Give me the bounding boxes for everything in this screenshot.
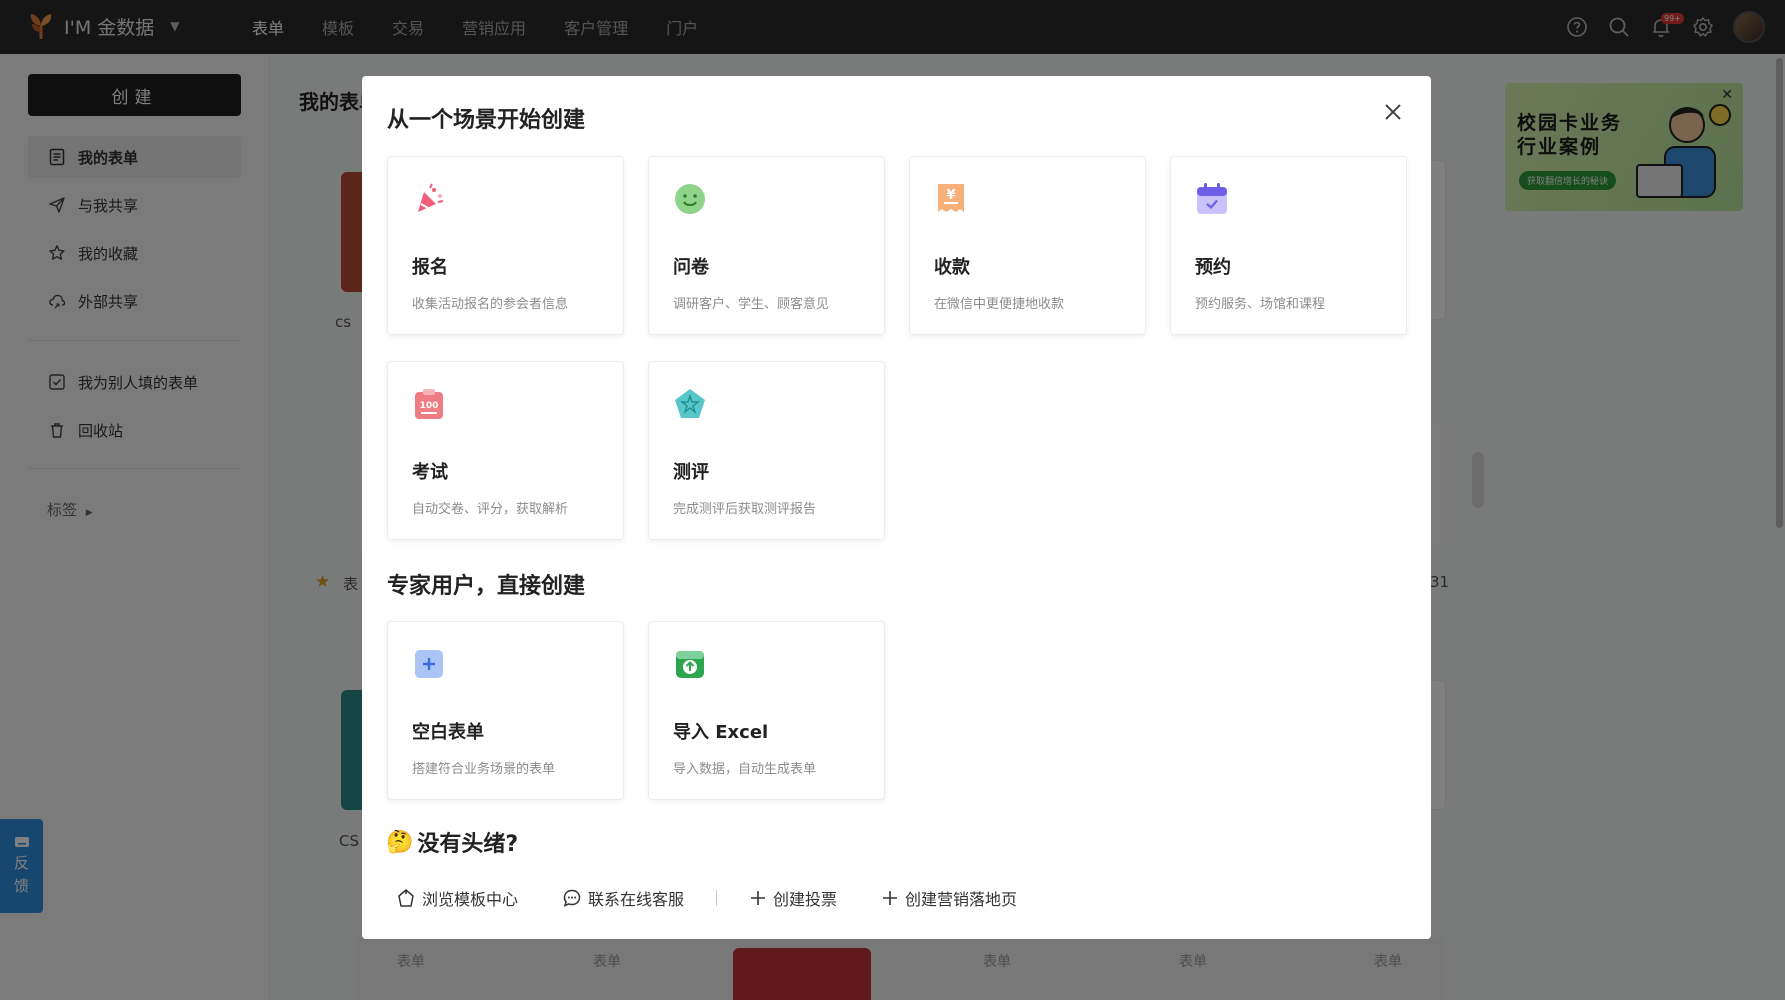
pentagon-star-icon [675, 389, 705, 418]
card-title: 导入 Excel [673, 722, 769, 743]
no-idea-section-title: 🤔 没有头绪? [386, 826, 518, 858]
scene-description: 完成测评后获取测评报告 [673, 502, 817, 517]
scene-card-assessment[interactable]: 测评 完成测评后获取测评报告 [648, 361, 885, 540]
plus-icon [751, 891, 766, 905]
svg-text:100: 100 [420, 401, 439, 411]
plus-icon [883, 891, 898, 905]
thinking-face-icon: 🤔 [386, 829, 414, 855]
svg-text:¥: ¥ [946, 188, 955, 203]
card-description: 导入数据，自动生成表单 [673, 762, 817, 777]
no-idea-label: 没有头绪? [417, 832, 519, 857]
scene-title: 收款 [934, 257, 970, 278]
quick-links: 浏览模板中心 联系在线客服 创建投票 创建营销落地页 [396, 886, 1017, 910]
plus-square-icon [415, 650, 443, 678]
browse-templates-link[interactable]: 浏览模板中心 [396, 886, 518, 910]
scene-card-booking[interactable]: 预约 预约服务、场馆和课程 [1170, 156, 1407, 335]
scene-title: 报名 [412, 257, 448, 278]
scene-description: 预约服务、场馆和课程 [1195, 297, 1326, 312]
calendar-icon [1197, 183, 1227, 214]
chat-icon [563, 889, 581, 907]
scene-card-survey[interactable]: 问卷 调研客户、学生、顾客意见 [648, 156, 885, 335]
create-blank-form-card[interactable]: 空白表单 搭建符合业务场景的表单 [387, 621, 624, 800]
smile-icon [675, 184, 705, 214]
scene-description: 自动交卷、评分，获取解析 [412, 502, 569, 517]
scene-card-payment[interactable]: ¥ 收款 在微信中更便捷地收款 [909, 156, 1146, 335]
scene-title: 问卷 [673, 257, 709, 278]
scene-card-exam[interactable]: 100 考试 自动交卷、评分，获取解析 [387, 361, 624, 540]
exam-score-icon: 100 [415, 389, 443, 419]
create-form-dialog: 从一个场景开始创建 报名 收集活动报名的参会者信息 问卷 调研客户、学生、顾客意… [362, 76, 1431, 939]
close-icon[interactable] [1383, 102, 1403, 122]
scene-description: 收集活动报名的参会者信息 [412, 297, 569, 312]
import-excel-card[interactable]: 导入 Excel 导入数据，自动生成表单 [648, 621, 885, 800]
contact-support-link[interactable]: 联系在线客服 [562, 886, 684, 910]
link-label: 创建投票 [773, 890, 838, 909]
link-label: 浏览模板中心 [422, 890, 519, 909]
link-label: 创建营销落地页 [905, 890, 1018, 909]
template-icon [398, 889, 414, 907]
link-label: 联系在线客服 [588, 890, 685, 909]
card-title: 空白表单 [412, 722, 484, 743]
scene-title: 考试 [412, 462, 448, 483]
party-popper-icon [418, 183, 444, 212]
scene-title: 预约 [1195, 257, 1231, 278]
link-divider [716, 890, 718, 906]
dialog-title: 从一个场景开始创建 [387, 108, 586, 133]
excel-upload-icon [676, 651, 704, 678]
scene-description: 调研客户、学生、顾客意见 [673, 297, 830, 312]
create-landing-page-link[interactable]: 创建营销落地页 [881, 886, 1017, 910]
scene-title: 测评 [673, 462, 709, 483]
scene-card-signup[interactable]: 报名 收集活动报名的参会者信息 [387, 156, 624, 335]
card-description: 搭建符合业务场景的表单 [412, 762, 556, 777]
create-vote-link[interactable]: 创建投票 [749, 886, 837, 910]
yuan-receipt-icon: ¥ [938, 184, 964, 212]
expert-section-title: 专家用户，直接创建 [387, 574, 586, 599]
scene-description: 在微信中更便捷地收款 [934, 297, 1065, 312]
